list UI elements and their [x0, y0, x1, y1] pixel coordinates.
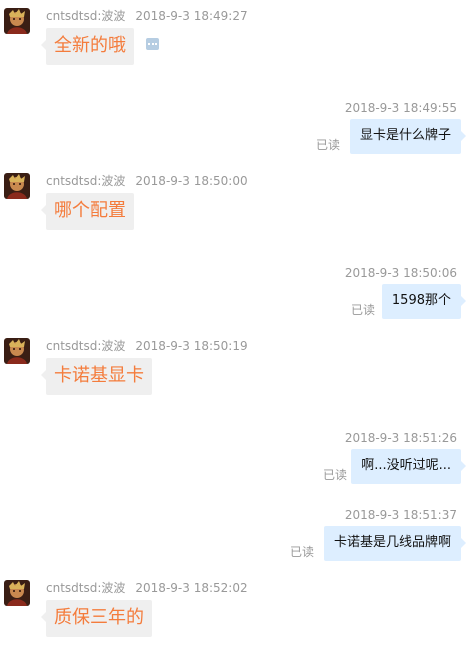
timestamp: 2018-9-3 18:50:06	[344, 266, 457, 280]
timestamp: 2018-9-3 18:50:19	[135, 339, 248, 353]
timestamp: 2018-9-3 18:52:02	[135, 581, 248, 595]
read-status: 已读	[290, 545, 315, 559]
avatar[interactable]	[4, 8, 30, 34]
avatar[interactable]	[4, 173, 30, 199]
sender-name: cntsdtsd:波波	[46, 9, 126, 23]
avatar[interactable]	[4, 338, 30, 364]
message-bubble: 质保三年的	[41, 600, 152, 637]
sender-name: cntsdtsd:波波	[46, 174, 126, 188]
read-status: 已读	[323, 468, 348, 482]
read-status: 已读	[316, 138, 341, 152]
read-status: 已读	[351, 303, 376, 317]
message-bubble: 卡诺基是几线品牌啊	[323, 526, 467, 561]
message-bubble: 哪个配置	[41, 193, 134, 230]
timestamp: 2018-9-3 18:51:26	[344, 431, 457, 445]
message-meta: cntsdtsd:波波 2018-9-3 18:49:27	[46, 9, 248, 23]
timestamp: 2018-9-3 18:50:00	[135, 174, 248, 188]
message-meta: cntsdtsd:波波 2018-9-3 18:50:00	[46, 174, 248, 188]
message-meta: cntsdtsd:波波 2018-9-3 18:50:19	[46, 339, 248, 353]
more-options-icon[interactable]	[146, 38, 159, 50]
sender-name: cntsdtsd:波波	[46, 339, 126, 353]
message-bubble: 全新的哦	[41, 28, 134, 65]
sender-name: cntsdtsd:波波	[46, 581, 126, 595]
message-bubble: 啊...没听过呢...	[351, 449, 466, 484]
message-bubble: 显卡是什么牌子	[349, 119, 467, 154]
message-bubble: 1598那个	[381, 284, 467, 319]
chat-history: cntsdtsd:波波 2018-9-3 18:49:27 全新的哦 2018-9…	[0, 0, 475, 656]
timestamp: 2018-9-3 18:49:27	[135, 9, 248, 23]
avatar[interactable]	[4, 580, 30, 606]
message-meta: cntsdtsd:波波 2018-9-3 18:52:02	[46, 581, 248, 595]
message-bubble: 卡诺基显卡	[41, 358, 152, 395]
timestamp: 2018-9-3 18:51:37	[344, 508, 457, 522]
timestamp: 2018-9-3 18:49:55	[344, 101, 457, 115]
